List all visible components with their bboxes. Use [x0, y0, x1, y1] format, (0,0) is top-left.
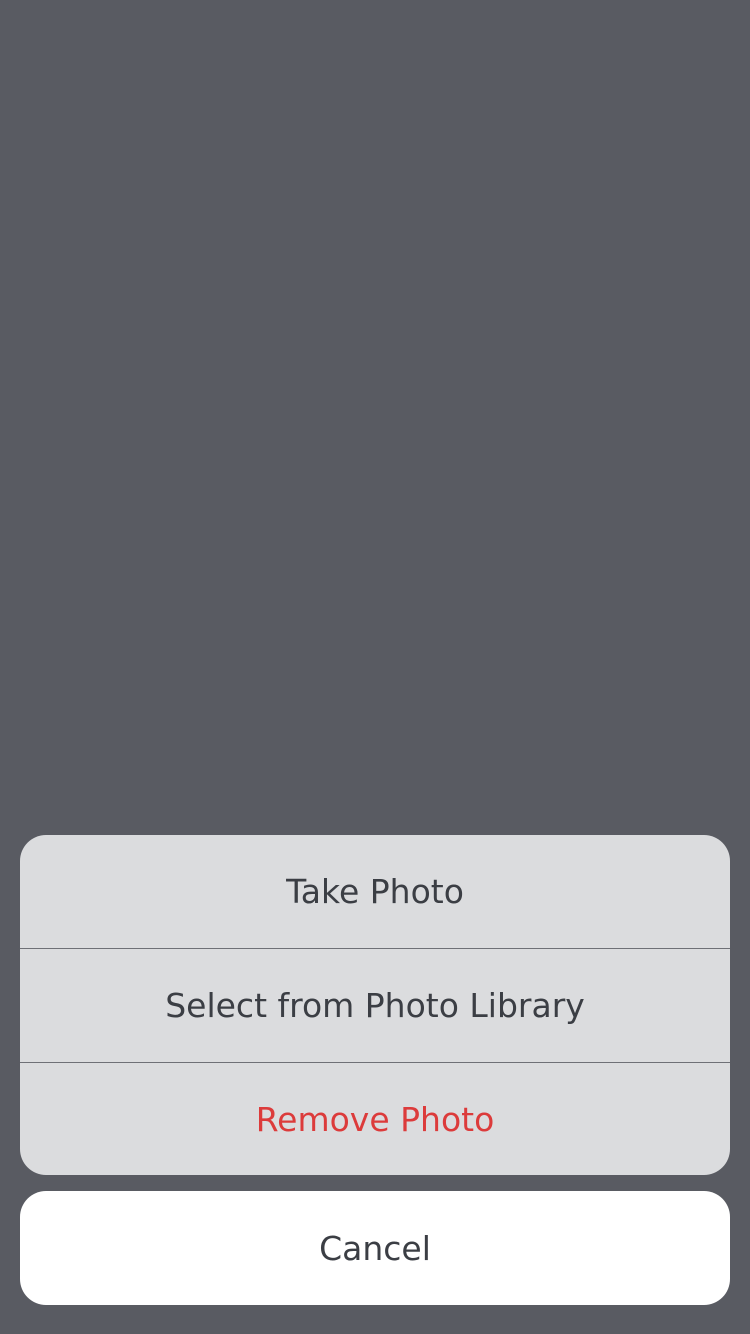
select-from-photo-library-button[interactable]: Select from Photo Library [20, 948, 730, 1062]
take-photo-button[interactable]: Take Photo [20, 835, 730, 948]
action-sheet-options: Take Photo Select from Photo Library Rem… [20, 835, 730, 1175]
cancel-label: Cancel [319, 1228, 431, 1268]
cancel-button[interactable]: Cancel [20, 1191, 730, 1305]
remove-photo-button[interactable]: Remove Photo [20, 1062, 730, 1175]
select-from-photo-library-label: Select from Photo Library [165, 986, 585, 1025]
take-photo-label: Take Photo [286, 872, 464, 911]
remove-photo-label: Remove Photo [255, 1100, 495, 1139]
